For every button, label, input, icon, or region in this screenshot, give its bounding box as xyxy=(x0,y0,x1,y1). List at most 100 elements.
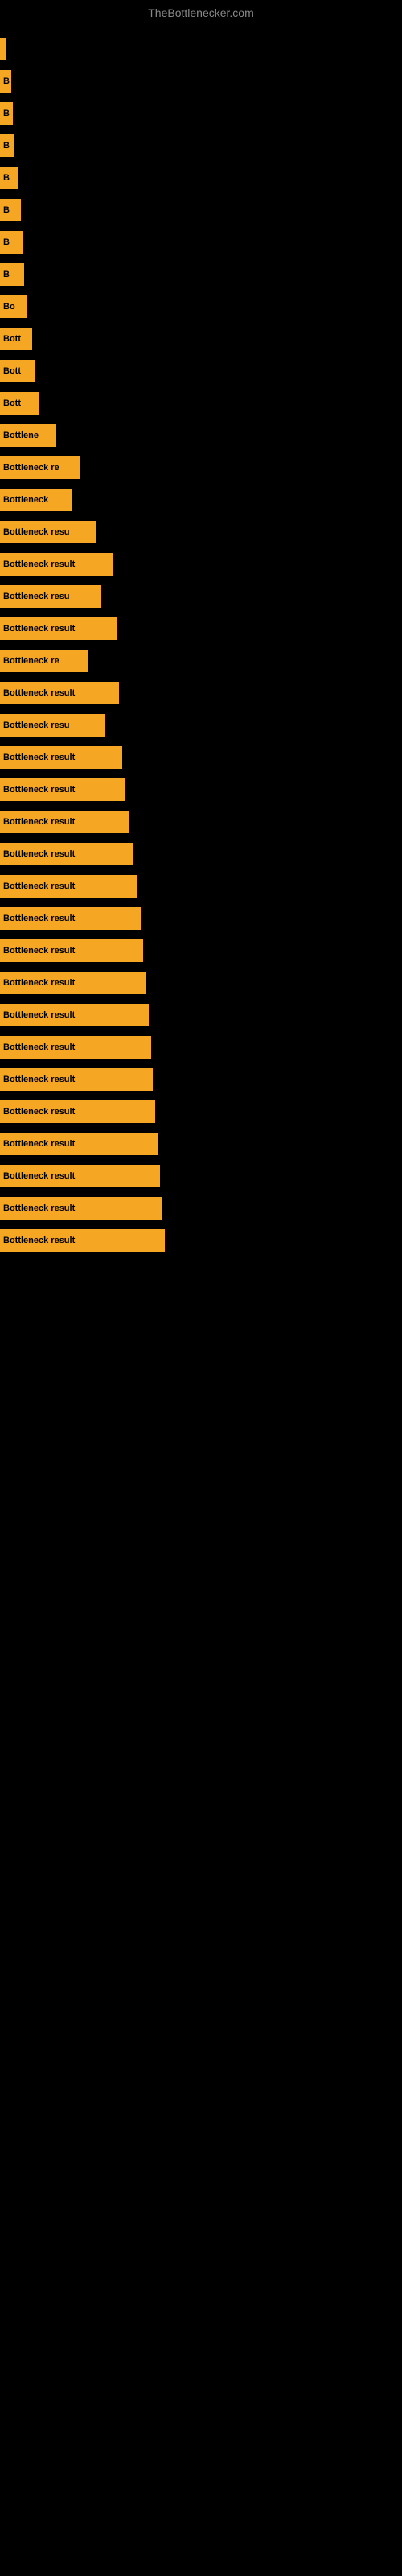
bar-label: B xyxy=(3,205,10,215)
bar-label: Bott xyxy=(3,334,21,344)
bar-row: Bottleneck result xyxy=(0,1096,402,1127)
bar-item: Bottleneck result xyxy=(0,1068,153,1091)
bar-item: Bottleneck result xyxy=(0,617,117,640)
bar-row: B xyxy=(0,259,402,290)
bar-item: Bottleneck resu xyxy=(0,585,100,608)
bar-item: Bottleneck result xyxy=(0,972,146,994)
bar-item: Bott xyxy=(0,360,35,382)
bar-item: Bottleneck result xyxy=(0,1229,165,1252)
bar-label: Bottleneck resu xyxy=(3,592,70,601)
bar-row: B xyxy=(0,163,402,193)
bar-row: Bo xyxy=(0,291,402,322)
bar-row: Bott xyxy=(0,388,402,419)
bar-label: Bottleneck result xyxy=(3,785,75,795)
bar-row: B xyxy=(0,98,402,129)
bar-row: Bottleneck result xyxy=(0,742,402,773)
bar-label: Bottleneck resu xyxy=(3,720,70,730)
bar-item: B xyxy=(0,167,18,189)
bar-item: Bottleneck resu xyxy=(0,521,96,543)
bar-row: B xyxy=(0,66,402,97)
bar-row: Bottleneck result xyxy=(0,871,402,902)
bar-row: Bottlene xyxy=(0,420,402,451)
bar-row: Bottleneck result xyxy=(0,903,402,934)
bar-label: Bottleneck resu xyxy=(3,527,70,537)
bar-item: Bottleneck result xyxy=(0,1133,158,1155)
bar-item: B xyxy=(0,231,23,254)
bar-row: Bottleneck result xyxy=(0,1129,402,1159)
bar-label: Bo xyxy=(3,302,15,312)
bar-label: Bottleneck result xyxy=(3,914,75,923)
bar-item: Bott xyxy=(0,392,39,415)
bar-row: B xyxy=(0,195,402,225)
bar-item: Bottleneck re xyxy=(0,456,80,479)
bar-label: Bottleneck result xyxy=(3,753,75,762)
site-title: TheBottlenecker.com xyxy=(0,0,402,26)
bar-label: Bottleneck result xyxy=(3,817,75,827)
bar-label: Bottleneck result xyxy=(3,1107,75,1117)
bar-label: Bott xyxy=(3,366,21,376)
bar-item: Bottleneck result xyxy=(0,843,133,865)
bar-label: B xyxy=(3,76,10,86)
bar-row: Bottleneck result xyxy=(0,1000,402,1030)
bar-label: Bottleneck result xyxy=(3,978,75,988)
bar-label: Bottleneck result xyxy=(3,624,75,634)
bar-item: Bottleneck result xyxy=(0,1036,151,1059)
bar-label: B xyxy=(3,109,10,118)
bar-row: Bottleneck result xyxy=(0,839,402,869)
bar-label: Bottleneck result xyxy=(3,1203,75,1213)
bar-row: Bottleneck resu xyxy=(0,581,402,612)
bar-item: B xyxy=(0,134,14,157)
bar-item: B xyxy=(0,263,24,286)
bar-item: Bottleneck result xyxy=(0,875,137,898)
bar-label: B xyxy=(3,141,10,151)
bar-label: Bottlene xyxy=(3,431,39,440)
bar-item: Bottleneck result xyxy=(0,778,125,801)
bar-item: Bottlene xyxy=(0,424,56,447)
bar-item: Bottleneck result xyxy=(0,1100,155,1123)
bar-label: Bottleneck result xyxy=(3,1010,75,1020)
bar-label: B xyxy=(3,173,10,183)
bar-row: Bottleneck resu xyxy=(0,517,402,547)
bar-item xyxy=(0,38,6,60)
bar-row: Bottleneck result xyxy=(0,935,402,966)
bar-item: Bottleneck result xyxy=(0,1004,149,1026)
bar-row: Bottleneck re xyxy=(0,452,402,483)
bar-item: Bottleneck result xyxy=(0,1165,160,1187)
bar-row: Bottleneck result xyxy=(0,1193,402,1224)
bar-label: Bottleneck xyxy=(3,495,48,505)
bar-item: Bott xyxy=(0,328,32,350)
bar-label: Bottleneck result xyxy=(3,688,75,698)
bar-item: Bottleneck result xyxy=(0,939,143,962)
bar-label: Bottleneck result xyxy=(3,559,75,569)
bar-item: Bottleneck resu xyxy=(0,714,105,737)
bar-row: Bottleneck result xyxy=(0,1161,402,1191)
bar-label: B xyxy=(3,270,10,279)
bar-label: Bottleneck result xyxy=(3,1171,75,1181)
bar-label: Bottleneck result xyxy=(3,881,75,891)
bar-row: Bottleneck result xyxy=(0,1032,402,1063)
bar-item: Bottleneck result xyxy=(0,746,122,769)
bar-item: Bottleneck re xyxy=(0,650,88,672)
bar-row: Bottleneck result xyxy=(0,807,402,837)
bar-label: Bottleneck re xyxy=(3,463,59,473)
bar-row xyxy=(0,34,402,64)
bar-label: Bottleneck result xyxy=(3,1075,75,1084)
bar-label: Bottleneck re xyxy=(3,656,59,666)
bar-item: Bottleneck xyxy=(0,489,72,511)
bar-row: Bottleneck result xyxy=(0,613,402,644)
bar-row: Bottleneck xyxy=(0,485,402,515)
bar-row: Bottleneck result xyxy=(0,678,402,708)
bar-row: Bottleneck result xyxy=(0,774,402,805)
bar-label: B xyxy=(3,237,10,247)
bar-label: Bottleneck result xyxy=(3,1236,75,1245)
bar-item: Bottleneck result xyxy=(0,811,129,833)
bar-row: Bottleneck result xyxy=(0,968,402,998)
bar-item: B xyxy=(0,102,13,125)
bar-label: Bott xyxy=(3,398,21,408)
bar-item: B xyxy=(0,199,21,221)
bar-row: Bottleneck result xyxy=(0,549,402,580)
bar-row: Bott xyxy=(0,324,402,354)
bar-row: Bottleneck resu xyxy=(0,710,402,741)
bar-row: Bottleneck result xyxy=(0,1225,402,1256)
bar-row: B xyxy=(0,227,402,258)
